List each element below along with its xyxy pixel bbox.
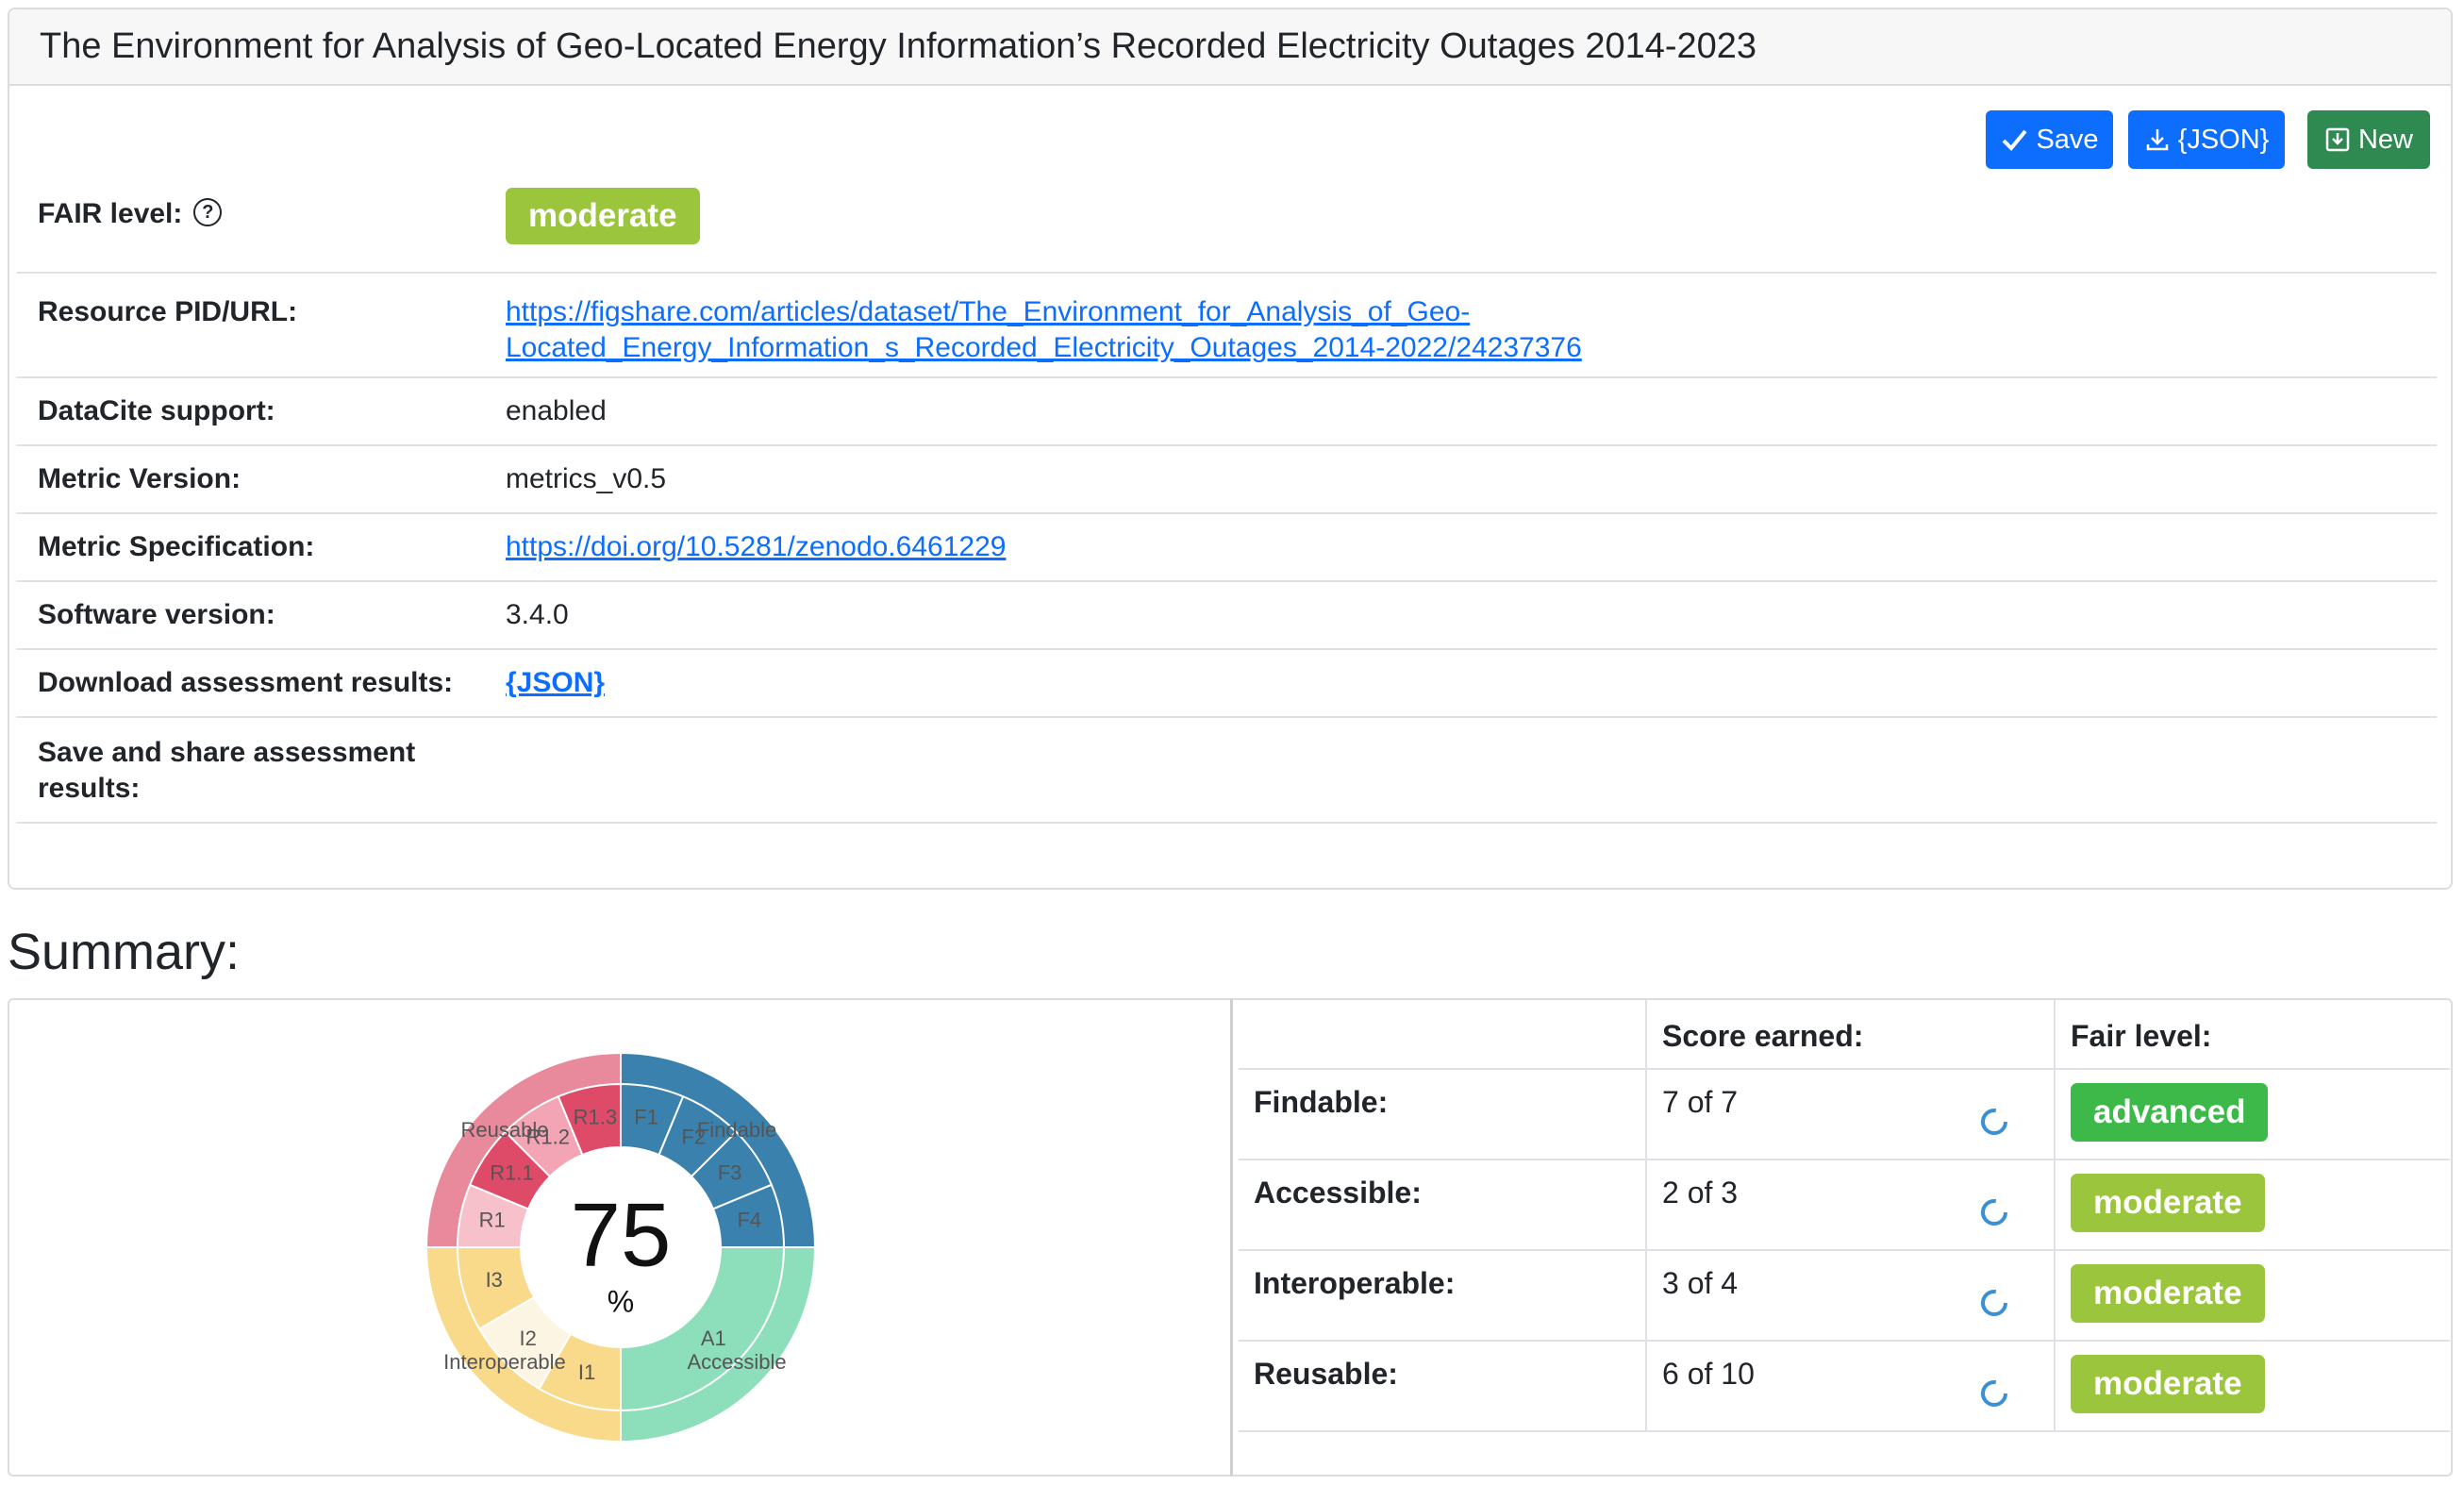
metric-spec-label: Metric Specification: xyxy=(38,531,315,562)
software-value: 3.4.0 xyxy=(506,599,569,630)
download-json-button[interactable]: {JSON} xyxy=(2128,110,2285,169)
pid-value-cell: https://figshare.com/articles/dataset/Th… xyxy=(506,294,2437,376)
score-row: Findable: 7 of 7 advanced xyxy=(1239,1070,2450,1160)
metric-version-row: Metric Version: metrics_v0.5 xyxy=(17,446,2437,514)
metric-version-value: metrics_v0.5 xyxy=(506,463,667,494)
score-row: Reusable: 6 of 10 moderate xyxy=(1239,1342,2450,1432)
sunburst-outer-label-reusable: Reusable xyxy=(460,1118,548,1142)
score-row: Accessible: 2 of 3 moderate xyxy=(1239,1160,2450,1251)
loading-spinner-icon xyxy=(1981,1199,2007,1226)
pid-link-line1[interactable]: https://figshare.com/articles/dataset/Th… xyxy=(506,296,1470,327)
fair-level-badge: moderate xyxy=(2071,1264,2265,1323)
new-button[interactable]: New xyxy=(2307,110,2430,169)
save-button-label: Save xyxy=(2036,124,2099,155)
info-table: FAIR level:? moderate Resource PID/URL: … xyxy=(17,188,2437,824)
score-row-level-cell: moderate xyxy=(2056,1251,2450,1340)
score-row: Interoperable: 3 of 4 moderate xyxy=(1239,1251,2450,1342)
sunburst-label-i3: I3 xyxy=(486,1268,503,1292)
fair-level-row: FAIR level:? moderate xyxy=(17,168,2437,274)
metric-spec-link[interactable]: https://doi.org/10.5281/zenodo.6461229 xyxy=(506,531,1006,562)
datacite-value: enabled xyxy=(506,395,607,426)
score-row-name: Accessible: xyxy=(1239,1160,1647,1249)
fair-level-badge: moderate xyxy=(2071,1174,2265,1232)
fair-level-badge: moderate xyxy=(506,188,700,244)
save-share-label-cell: Save and share assessment results: xyxy=(17,735,506,822)
save-button[interactable]: Save xyxy=(1986,110,2113,169)
sunburst-label-f1: F1 xyxy=(634,1105,658,1128)
download-json-link[interactable]: {JSON} xyxy=(506,667,605,698)
score-header-empty xyxy=(1239,1000,1647,1068)
score-row-level-cell: moderate xyxy=(2056,1342,2450,1430)
fair-level-badge: moderate xyxy=(2071,1355,2265,1413)
fair-sunburst-chart: F1F2F3F4A1I1I2I3R1R1.1R1.2R1.3FindableAc… xyxy=(425,1051,817,1443)
sunburst-outer-label-findable: Findable xyxy=(697,1118,776,1142)
sunburst-label-f4: F4 xyxy=(737,1209,761,1232)
score-row-name: Findable: xyxy=(1239,1070,1647,1159)
loading-spinner-icon xyxy=(1981,1290,2007,1316)
score-row-level-cell: advanced xyxy=(2056,1070,2450,1159)
chart-card: F1 F2 F3 F4 A1 I1 I2 I3 R1 R1.1 R1.2 R1.3 Findable Ac… xyxy=(8,998,1232,1477)
datacite-row: DataCite support: enabled xyxy=(17,378,2437,446)
score-row-score-text: 2 of 3 xyxy=(1662,1176,1739,1210)
score-row-score-text: 7 of 7 xyxy=(1662,1085,1739,1119)
save-share-value xyxy=(506,735,2437,822)
score-percent-sign: % xyxy=(608,1284,634,1318)
datacite-label: DataCite support: xyxy=(38,395,275,426)
score-row-score: 6 of 10 xyxy=(1647,1342,2056,1430)
sunburst-label-r1: R1 xyxy=(479,1209,506,1232)
pid-label: Resource PID/URL: xyxy=(38,296,298,327)
score-row-name: Reusable: xyxy=(1239,1342,1647,1430)
metric-spec-row: Metric Specification: https://doi.org/10… xyxy=(17,514,2437,582)
save-share-row: Save and share assessment results: xyxy=(17,718,2437,824)
download-value-cell: {JSON} xyxy=(506,667,2437,716)
pid-link-line2[interactable]: Located_Energy_Information_s_Recorded_El… xyxy=(506,332,1582,363)
sunburst-label-r1-1: R1.1 xyxy=(490,1161,533,1185)
pid-row: Resource PID/URL: https://figshare.com/a… xyxy=(17,274,2437,378)
new-document-icon xyxy=(2325,127,2350,152)
download-row: Download assessment results: {JSON} xyxy=(17,650,2437,718)
software-label: Software version: xyxy=(38,599,275,630)
metric-version-label: Metric Version: xyxy=(38,463,241,494)
score-header-score: Score earned: xyxy=(1647,1000,2056,1068)
score-percent-value: 75 xyxy=(571,1184,672,1285)
score-row-score-text: 3 of 4 xyxy=(1662,1266,1739,1300)
score-row-score: 7 of 7 xyxy=(1647,1070,2056,1159)
score-row-score: 2 of 3 xyxy=(1647,1160,2056,1249)
help-icon[interactable]: ? xyxy=(193,198,223,227)
fair-level-label: FAIR level: xyxy=(38,198,183,229)
page-title: The Environment for Analysis of Geo-Loca… xyxy=(40,26,1757,66)
sunburst-outer-label-interoperable: Interoperable xyxy=(443,1350,566,1374)
score-header-row: Score earned: Fair level: xyxy=(1239,1000,2450,1070)
loading-spinner-icon xyxy=(1981,1380,2007,1407)
score-rows: Findable: 7 of 7 advanced Accessible: 2 of 3… xyxy=(1239,1070,2450,1432)
fair-level-value-cell: moderate xyxy=(506,188,2437,272)
download-icon xyxy=(2146,129,2168,151)
sunburst-label-r1-3: R1.3 xyxy=(574,1105,617,1128)
score-row-level-cell: moderate xyxy=(2056,1160,2450,1249)
save-share-label-line1: Save and share assessment xyxy=(38,737,416,768)
software-row: Software version: 3.4.0 xyxy=(17,582,2437,650)
sunburst-outer-label-accessible: Accessible xyxy=(687,1350,786,1374)
fair-level-badge: advanced xyxy=(2071,1083,2269,1142)
new-button-label: New xyxy=(2357,124,2413,155)
score-row-name: Interoperable: xyxy=(1239,1251,1647,1340)
download-label: Download assessment results: xyxy=(38,667,454,698)
download-json-label: {JSON} xyxy=(2177,124,2270,155)
sunburst-label-i1: I1 xyxy=(578,1360,595,1384)
score-header-level: Fair level: xyxy=(2071,1019,2212,1053)
save-share-label-line2: results: xyxy=(38,773,141,804)
score-row-score-text: 6 of 10 xyxy=(1662,1357,1755,1391)
score-table: Score earned: Fair level: Findable: 7 of … xyxy=(1239,1000,2450,1432)
sunburst-label-a1: A1 xyxy=(701,1326,726,1350)
score-row-score: 3 of 4 xyxy=(1647,1251,2056,1340)
sunburst-label-i2: I2 xyxy=(520,1326,537,1350)
score-card: Score earned: Fair level: Findable: 7 of … xyxy=(1230,998,2453,1477)
sunburst-label-f3: F3 xyxy=(718,1161,742,1185)
metric-spec-value-cell: https://doi.org/10.5281/zenodo.6461229 xyxy=(506,531,2437,580)
check-icon xyxy=(2003,129,2027,151)
fair-level-label-cell: FAIR level:? xyxy=(17,198,506,272)
loading-spinner-icon xyxy=(1981,1109,2007,1135)
summary-title: Summary: xyxy=(8,924,241,980)
card-header: The Environment for Analysis of Geo-Loca… xyxy=(9,9,2451,86)
